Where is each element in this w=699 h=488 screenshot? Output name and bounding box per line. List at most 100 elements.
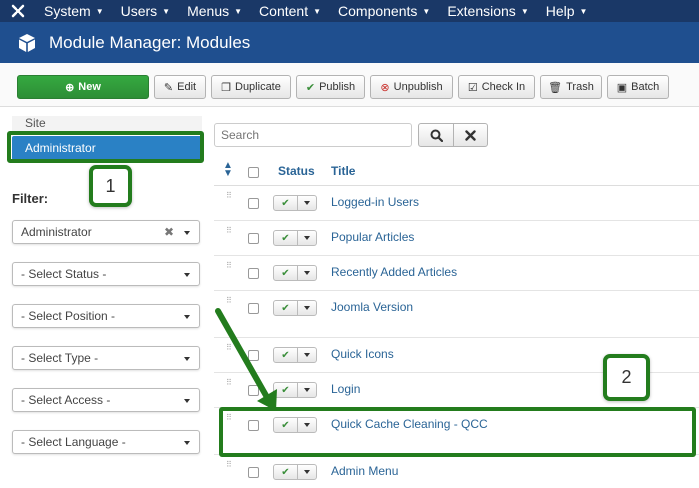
select-all-checkbox[interactable] <box>248 167 259 178</box>
publish-button[interactable]: ✔ Publish <box>296 75 365 99</box>
close-icon <box>465 129 476 141</box>
module-title-link[interactable]: Quick Icons <box>331 347 394 361</box>
menu-content[interactable]: Content ▼ <box>251 0 330 22</box>
menu-system[interactable]: System ▼ <box>36 0 113 22</box>
qcc-row-highlight-box <box>219 407 696 457</box>
status-toggle[interactable]: ✔ <box>273 230 317 246</box>
row-checkbox[interactable] <box>248 268 259 279</box>
new-button[interactable]: ⊕ New <box>17 75 149 99</box>
menu-users[interactable]: Users ▼ <box>113 0 179 22</box>
search-icon <box>430 129 443 142</box>
check-icon[interactable]: ✔ <box>274 266 298 280</box>
drag-handle-icon[interactable]: ⠿ <box>226 227 232 235</box>
page-title: Module Manager: Modules <box>49 32 251 52</box>
page-header: Module Manager: Modules <box>0 22 699 63</box>
caret-down-icon: ▼ <box>422 6 431 16</box>
top-navbar: System ▼ Users ▼ Menus ▼ Content ▼ Component… <box>0 0 699 22</box>
status-filter-select[interactable]: - Select Status - <box>12 262 200 286</box>
toolbar: ⊕ New ✎ Edit ❐ Duplicate ✔ Publish ⊗ Unpublis… <box>0 63 699 107</box>
unpublish-button[interactable]: ⊗ Unpublish <box>370 75 453 99</box>
step-badge-2: 2 <box>603 354 650 401</box>
dropdown-arrow-icon <box>184 357 190 361</box>
caret-down-icon: ▼ <box>520 6 529 16</box>
row-checkbox[interactable] <box>248 198 259 209</box>
drag-handle-icon[interactable]: ⠿ <box>226 297 232 305</box>
table-row: ⠿ ✔ Admin Menu <box>214 455 699 488</box>
row-checkbox[interactable] <box>248 467 259 478</box>
module-title-link[interactable]: Recently Added Articles <box>331 265 457 279</box>
check-icon[interactable]: ✔ <box>274 196 298 210</box>
plus-circle-icon: ⊕ <box>65 81 75 94</box>
access-filter-select[interactable]: - Select Access - <box>12 388 200 412</box>
table-row: ⠿ ✔ Logged-in Users <box>214 186 699 221</box>
edit-button[interactable]: ✎ Edit <box>154 75 206 99</box>
annotation-arrow-icon <box>215 308 277 411</box>
caret-down-icon: ▼ <box>234 6 243 16</box>
step-badge-1: 1 <box>89 165 132 207</box>
drag-handle-icon[interactable]: ⠿ <box>226 192 232 200</box>
status-toggle[interactable]: ✔ <box>273 195 317 211</box>
clear-search-button[interactable] <box>453 123 488 147</box>
caret-down-icon <box>304 201 310 205</box>
module-title-link[interactable]: Admin Menu <box>331 464 398 478</box>
status-dropdown[interactable] <box>298 383 316 397</box>
check-in-button[interactable]: ☑ Check In <box>458 75 535 99</box>
status-dropdown[interactable] <box>298 301 316 315</box>
status-dropdown[interactable] <box>298 465 316 479</box>
menu-components[interactable]: Components ▼ <box>330 0 439 22</box>
status-dropdown[interactable] <box>298 348 316 362</box>
position-filter-select[interactable]: - Select Position - <box>12 304 200 328</box>
status-column-header[interactable]: Status <box>278 164 315 178</box>
module-title-link[interactable]: Logged-in Users <box>331 195 419 209</box>
module-title-link[interactable]: Popular Articles <box>331 230 414 244</box>
row-checkbox[interactable] <box>248 233 259 244</box>
search-input[interactable] <box>214 123 412 147</box>
cancel-circle-icon: ⊗ <box>380 81 390 94</box>
title-column-header[interactable]: Title <box>331 164 355 178</box>
caret-down-icon: ▼ <box>579 6 588 16</box>
status-dropdown[interactable] <box>298 266 316 280</box>
dropdown-arrow-icon <box>184 399 190 403</box>
trash-icon: 🗑 <box>548 81 563 94</box>
batch-button[interactable]: ▣ Batch <box>607 75 669 99</box>
caret-down-icon <box>304 306 310 310</box>
status-dropdown[interactable] <box>298 231 316 245</box>
caret-down-icon <box>304 236 310 240</box>
dropdown-arrow-icon <box>184 441 190 445</box>
joomla-logo-icon[interactable] <box>0 0 36 22</box>
client-filter-select[interactable]: Administrator ✖ <box>12 220 200 244</box>
caret-down-icon <box>304 470 310 474</box>
caret-down-icon: ▼ <box>162 6 171 16</box>
drag-handle-icon[interactable]: ⠿ <box>226 262 232 270</box>
menu-extensions[interactable]: Extensions ▼ <box>439 0 537 22</box>
batch-icon: ▣ <box>616 81 628 94</box>
duplicate-button[interactable]: ❐ Duplicate <box>211 75 291 99</box>
dropdown-arrow-icon <box>184 273 190 277</box>
check-icon[interactable]: ✔ <box>274 465 298 479</box>
copy-icon: ❐ <box>221 81 231 94</box>
search-button[interactable] <box>418 123 454 147</box>
module-title-link[interactable]: Login <box>331 382 360 396</box>
menu-help[interactable]: Help ▼ <box>538 0 597 22</box>
status-toggle[interactable]: ✔ <box>273 464 317 480</box>
sort-icon[interactable]: ▲ ▼ <box>223 161 233 179</box>
trash-button[interactable]: 🗑 Trash <box>540 75 602 99</box>
check-icon: ✔ <box>305 81 316 94</box>
type-filter-select[interactable]: - Select Type - <box>12 346 200 370</box>
checkbox-icon: ☑ <box>467 81 478 94</box>
menu-menus[interactable]: Menus ▼ <box>179 0 251 22</box>
caret-down-icon <box>304 388 310 392</box>
check-icon[interactable]: ✔ <box>274 231 298 245</box>
caret-down-icon <box>304 271 310 275</box>
clear-icon[interactable]: ✖ <box>164 225 174 239</box>
table-row: ⠿ ✔ Recently Added Articles <box>214 256 699 291</box>
table-row: ⠿ ✔ Popular Articles <box>214 221 699 256</box>
status-dropdown[interactable] <box>298 196 316 210</box>
administrator-highlight-box <box>7 131 204 163</box>
module-title-link[interactable]: Joomla Version <box>331 300 413 314</box>
caret-down-icon <box>304 353 310 357</box>
cube-icon <box>19 33 35 52</box>
drag-handle-icon[interactable]: ⠿ <box>226 461 232 469</box>
status-toggle[interactable]: ✔ <box>273 265 317 281</box>
language-filter-select[interactable]: - Select Language - <box>12 430 200 454</box>
